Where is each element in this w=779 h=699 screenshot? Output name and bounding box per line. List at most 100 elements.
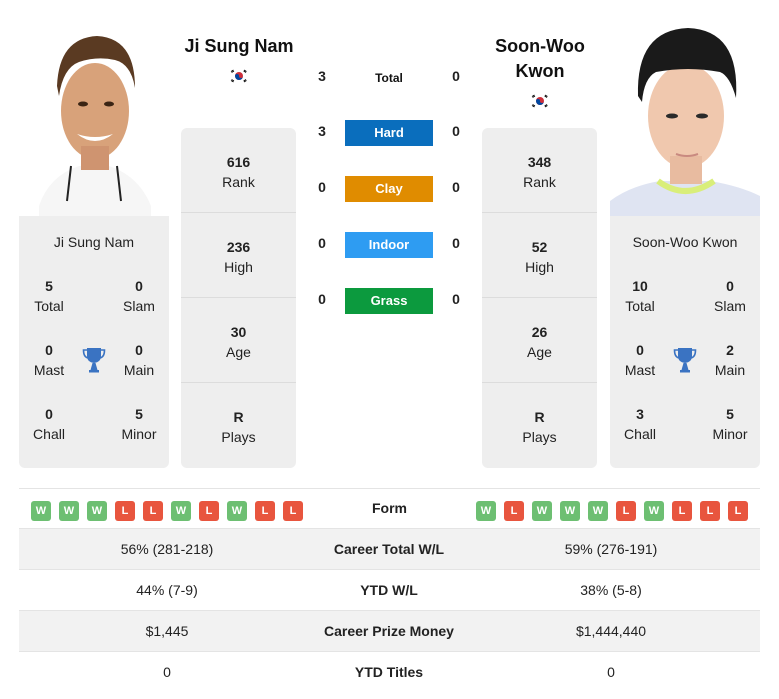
h2h-surface-label: Total <box>375 71 403 85</box>
form-badges-p1: WWWLLWLWLL <box>31 501 303 521</box>
stat-plays-value: R <box>534 409 545 425</box>
form-badge-loss[interactable]: L <box>616 501 636 521</box>
stat-age-label: Age <box>527 344 552 360</box>
stat-rank-label: Rank <box>523 174 556 190</box>
titles-mast: 0 Mast <box>610 340 670 380</box>
h2h-row-total: 3 Total 0 <box>305 65 475 91</box>
titles-main-label: Main <box>714 362 746 378</box>
titles-mast: 0 Mast <box>19 340 79 380</box>
player-photo-p1 <box>19 16 169 216</box>
form-badge-loss[interactable]: L <box>283 501 303 521</box>
player-name-line: Kwon <box>515 61 565 81</box>
titles-mast-value: 0 <box>45 342 53 358</box>
surface-badge-indoor[interactable]: Indoor <box>345 232 433 258</box>
titles-slam-value: 0 <box>135 278 143 294</box>
titles-total-label: Total <box>34 298 64 314</box>
titles-main-value: 2 <box>726 342 734 358</box>
comparison-row-ytd-wl: 44% (7-9) YTD W/L 38% (5-8) <box>19 570 760 611</box>
form-badge-win[interactable]: W <box>644 501 664 521</box>
stat-high: 52 High <box>482 213 597 298</box>
titles-chall-value: 0 <box>45 406 53 422</box>
player-info-card-p1: Ji Sung Nam 5 Total 0 Slam 0 Mast 0 Main… <box>19 216 169 468</box>
stat-rank: 616 Rank <box>181 128 296 213</box>
form-badge-win[interactable]: W <box>560 501 580 521</box>
player-name-heading-p1[interactable]: Ji Sung Nam <box>174 34 304 59</box>
form-badge-loss[interactable]: L <box>143 501 163 521</box>
stat-high: 236 High <box>181 213 296 298</box>
surface-badge-hard[interactable]: Hard <box>345 120 433 146</box>
titles-minor-value: 5 <box>135 406 143 422</box>
stat-plays-label: Plays <box>221 429 256 445</box>
titles-total: 10 Total <box>610 276 670 316</box>
comparison-label: YTD W/L <box>360 582 418 598</box>
form-badge-loss[interactable]: L <box>700 501 720 521</box>
player-full-name[interactable]: Ji Sung Nam <box>19 234 169 250</box>
comparison-p2-value: 38% (5-8) <box>580 582 642 598</box>
stat-rank: 348 Rank <box>482 128 597 213</box>
south-korea-flag-icon <box>529 93 551 109</box>
form-badge-loss[interactable]: L <box>672 501 692 521</box>
form-badge-loss[interactable]: L <box>728 501 748 521</box>
stat-age: 26 Age <box>482 298 597 383</box>
player-name-heading-p2[interactable]: Soon-Woo Kwon <box>475 34 605 84</box>
surface-badge-clay[interactable]: Clay <box>345 176 433 202</box>
stat-plays: R Plays <box>181 383 296 468</box>
stat-rank-label: Rank <box>222 174 255 190</box>
stat-plays: R Plays <box>482 383 597 468</box>
comparison-p1-value: 0 <box>163 664 171 680</box>
player-photo-p2 <box>610 16 760 216</box>
form-badge-win[interactable]: W <box>31 501 51 521</box>
comparison-p2-value: $1,444,440 <box>575 623 647 639</box>
h2h-p1-wins: 0 <box>318 291 326 307</box>
form-badge-win[interactable]: W <box>532 501 552 521</box>
form-badge-win[interactable]: W <box>87 501 107 521</box>
form-badge-win[interactable]: W <box>476 501 496 521</box>
trophy-icon <box>673 347 697 373</box>
form-badge-loss[interactable]: L <box>199 501 219 521</box>
h2h-row-clay: 0 Clay 0 <box>305 176 475 202</box>
h2h-p2-wins: 0 <box>452 123 460 139</box>
h2h-p2-wins: 0 <box>452 179 460 195</box>
form-badge-win[interactable]: W <box>227 501 247 521</box>
titles-mast-label: Mast <box>624 362 656 378</box>
stat-plays-label: Plays <box>522 429 557 445</box>
form-badge-loss[interactable]: L <box>115 501 135 521</box>
titles-total-label: Total <box>625 298 655 314</box>
titles-slam-label: Slam <box>123 298 155 314</box>
stat-high-label: High <box>525 259 554 275</box>
h2h-row-indoor: 0 Indoor 0 <box>305 232 475 258</box>
form-badge-win[interactable]: W <box>59 501 79 521</box>
player-info-card-p2: Soon-Woo Kwon 10 Total 0 Slam 0 Mast 2 M… <box>610 216 760 468</box>
comparison-p1-value: $1,445 <box>145 623 189 639</box>
comparison-row-prize-money: $1,445 Career Prize Money $1,444,440 <box>19 611 760 652</box>
player-stats-p1: 616 Rank 236 High 30 Age R Plays <box>181 128 296 468</box>
form-badge-loss[interactable]: L <box>504 501 524 521</box>
stat-high-value: 52 <box>531 239 548 255</box>
surface-badge-grass[interactable]: Grass <box>345 288 433 314</box>
form-badge-win[interactable]: W <box>588 501 608 521</box>
form-badge-loss[interactable]: L <box>255 501 275 521</box>
h2h-p2-wins: 0 <box>452 235 460 251</box>
titles-slam-value: 0 <box>726 278 734 294</box>
titles-chall: 0 Chall <box>19 404 79 444</box>
h2h-p1-wins: 0 <box>318 235 326 251</box>
titles-chall-value: 3 <box>636 406 644 422</box>
player-full-name[interactable]: Soon-Woo Kwon <box>610 234 760 250</box>
h2h-row-grass: 0 Grass 0 <box>305 288 475 314</box>
player-name-line: Soon-Woo <box>495 36 585 56</box>
h2h-p2-wins: 0 <box>452 291 460 307</box>
form-badge-win[interactable]: W <box>171 501 191 521</box>
titles-main-value: 0 <box>135 342 143 358</box>
comparison-p1-value: 56% (281-218) <box>120 541 214 557</box>
comparison-label: Career Prize Money <box>324 623 454 639</box>
titles-total: 5 Total <box>19 276 79 316</box>
stat-age-value: 30 <box>230 324 247 340</box>
titles-chall-label: Chall <box>33 426 65 442</box>
player-stats-p2: 348 Rank 52 High 26 Age R Plays <box>482 128 597 468</box>
south-korea-flag-icon <box>228 68 250 84</box>
stat-high-label: High <box>224 259 253 275</box>
titles-mast-value: 0 <box>636 342 644 358</box>
titles-main: 0 Main <box>109 340 169 380</box>
titles-main: 2 Main <box>700 340 760 380</box>
titles-slam: 0 Slam <box>700 276 760 316</box>
